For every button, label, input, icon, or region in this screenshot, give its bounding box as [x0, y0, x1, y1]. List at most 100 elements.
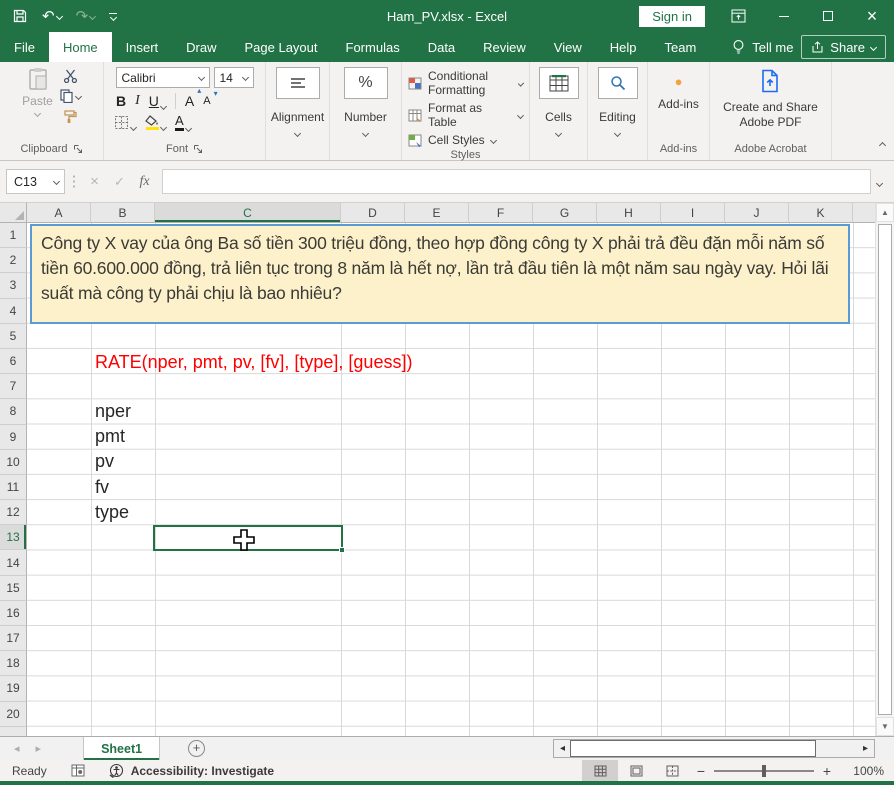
row-header[interactable]: 9 [0, 425, 27, 450]
addins-button[interactable]: ● Add-ins [658, 75, 699, 111]
zoom-slider[interactable] [714, 770, 814, 772]
formula-input[interactable] [162, 169, 871, 194]
vertical-scrollbar[interactable]: ▲ ▼ [875, 203, 894, 736]
copy-button[interactable] [60, 89, 81, 103]
column-header[interactable]: A [27, 203, 91, 223]
editing-button[interactable]: Editing [598, 67, 638, 136]
ribbon-display-options-icon[interactable] [731, 9, 746, 23]
ribbon-tab[interactable]: Page Layout [231, 32, 332, 62]
create-share-adobe-pdf-button[interactable]: Create and ShareAdobe PDF [723, 69, 818, 130]
scroll-up-icon[interactable]: ▲ [876, 203, 894, 222]
enter-icon[interactable]: ✓ [108, 170, 131, 194]
new-sheet-button[interactable]: + [188, 740, 205, 757]
next-sheet-icon[interactable]: ▸ [36, 742, 42, 755]
ribbon-tab[interactable]: File [0, 32, 49, 62]
select-all-corner[interactable] [0, 203, 27, 223]
font-size-select[interactable]: 14 [214, 67, 254, 88]
macro-record-icon[interactable] [71, 764, 85, 777]
problem-note-textbox[interactable]: Công ty X vay của ông Ba số tiền 300 tri… [30, 224, 850, 324]
redo-button[interactable]: ↷ [76, 9, 96, 24]
ribbon-tab[interactable]: Data [414, 32, 469, 62]
parameter-label[interactable]: fv [95, 475, 131, 500]
column-header[interactable]: H [597, 203, 661, 223]
tell-me[interactable]: Tell me [732, 32, 793, 62]
ribbon-tab[interactable]: View [540, 32, 596, 62]
row-header[interactable]: 3 [0, 273, 27, 298]
row-header[interactable]: 5 [0, 324, 27, 349]
sheet-tab-active[interactable]: Sheet1 [83, 737, 160, 760]
column-header[interactable]: I [661, 203, 725, 223]
font-color-button[interactable]: A [175, 114, 191, 131]
zoom-in-button[interactable]: + [816, 763, 838, 779]
borders-button[interactable] [114, 115, 136, 130]
undo-button[interactable]: ↶ [42, 9, 62, 24]
name-box[interactable]: C13 [6, 169, 65, 194]
scroll-left-icon[interactable]: ◂ [554, 740, 571, 757]
column-header[interactable]: J [725, 203, 789, 223]
row-header[interactable]: 4 [0, 299, 27, 324]
accessibility-status[interactable]: Accessibility: Investigate [109, 763, 274, 778]
row-header[interactable]: 15 [0, 576, 27, 601]
grow-font-button[interactable]: A [185, 93, 194, 109]
parameter-label[interactable]: nper [95, 399, 131, 424]
insert-function-button[interactable]: fx [133, 170, 156, 194]
cells-button[interactable]: Cells [539, 67, 579, 136]
zoom-out-button[interactable]: − [690, 763, 712, 779]
column-header[interactable]: G [533, 203, 597, 223]
column-header[interactable]: K [789, 203, 853, 223]
save-icon[interactable] [12, 8, 28, 24]
row-header[interactable]: 14 [0, 550, 27, 575]
zoom-level[interactable]: 100% [838, 764, 884, 778]
row-header[interactable]: 12 [0, 500, 27, 525]
paste-button[interactable]: Paste [22, 67, 53, 123]
column-header[interactable]: C [155, 203, 341, 223]
parameter-label[interactable]: pmt [95, 424, 131, 449]
row-header[interactable]: 13 [0, 525, 27, 550]
fill-color-button[interactable] [145, 115, 166, 130]
row-header[interactable]: 6 [0, 349, 27, 374]
row-header[interactable]: 18 [0, 651, 27, 676]
row-header[interactable]: 19 [0, 676, 27, 701]
row-header[interactable]: 2 [0, 248, 27, 273]
column-header[interactable]: F [469, 203, 533, 223]
scroll-right-icon[interactable]: ▸ [857, 740, 874, 757]
ribbon-tab[interactable]: Home [49, 32, 112, 62]
row-header[interactable]: 17 [0, 626, 27, 651]
italic-button[interactable]: I [135, 93, 140, 109]
row-header[interactable]: 10 [0, 450, 27, 475]
scroll-down-icon[interactable]: ▼ [876, 717, 894, 736]
row-header[interactable]: 16 [0, 601, 27, 626]
column-header[interactable]: D [341, 203, 405, 223]
row-header[interactable]: 8 [0, 399, 27, 424]
row-header[interactable]: 7 [0, 374, 27, 399]
column-header[interactable]: E [405, 203, 469, 223]
customize-quick-access-icon[interactable] [109, 13, 117, 20]
row-header[interactable]: 1 [0, 223, 27, 248]
page-layout-view-button[interactable] [618, 760, 654, 781]
previous-sheet-icon[interactable]: ◂ [14, 742, 20, 755]
ribbon-tab[interactable]: Formulas [332, 32, 414, 62]
cell-grid[interactable]: Công ty X vay của ông Ba số tiền 300 tri… [27, 223, 875, 736]
cell-styles-button[interactable]: Cell Styles [408, 133, 496, 147]
horizontal-scrollbar[interactable]: ◂ ▸ [553, 739, 875, 758]
maximize-button[interactable] [806, 0, 850, 32]
close-button[interactable]: × [850, 0, 894, 32]
ribbon-tab[interactable]: Team [651, 32, 711, 62]
collapse-ribbon-button[interactable] [880, 135, 885, 153]
cancel-icon[interactable]: × [83, 170, 106, 194]
underline-button[interactable]: U [149, 93, 166, 109]
fill-handle[interactable] [339, 547, 345, 553]
font-dialog-launcher-icon[interactable] [193, 144, 203, 154]
format-painter-icon[interactable] [63, 109, 77, 123]
expand-formula-bar-icon[interactable] [871, 173, 888, 191]
ribbon-tab[interactable]: Help [596, 32, 651, 62]
format-as-table-button[interactable]: Format as Table [408, 101, 523, 129]
parameter-label[interactable]: type [95, 500, 131, 525]
number-button[interactable]: % Number [344, 67, 388, 136]
normal-view-button[interactable] [582, 760, 618, 781]
minimize-button[interactable] [762, 0, 806, 32]
page-break-preview-button[interactable] [654, 760, 690, 781]
share-button[interactable]: Share [801, 35, 886, 59]
zoom-slider-thumb[interactable] [762, 765, 766, 777]
column-header[interactable]: B [91, 203, 155, 223]
